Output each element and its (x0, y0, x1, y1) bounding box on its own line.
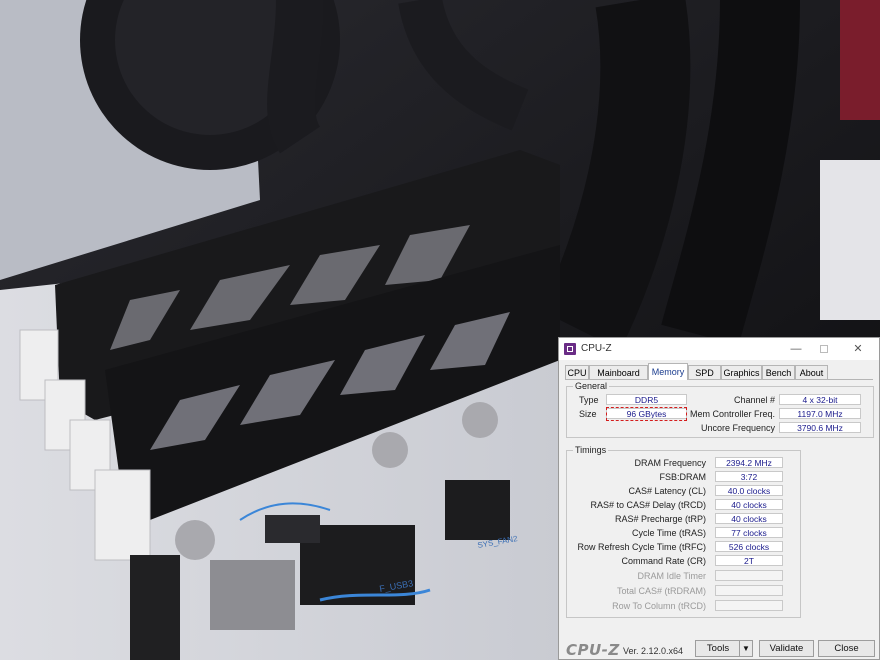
dram-frequency-value: 2394.2 MHz (715, 457, 783, 468)
close-button[interactable]: Close (818, 640, 875, 657)
trfc-value: 526 clocks (715, 541, 783, 552)
fsb-dram-value: 3:72 (715, 471, 783, 482)
tools-button[interactable]: Tools ▼ (695, 640, 753, 657)
trp-value: 40 clocks (715, 513, 783, 524)
general-group-label: General (573, 381, 610, 391)
command-rate-label: Command Rate (CR) (621, 556, 706, 566)
fsb-dram-label: FSB:DRAM (659, 472, 706, 482)
dram-frequency-label: DRAM Frequency (634, 458, 706, 468)
minimize-button[interactable]: — (787, 341, 805, 357)
validate-button[interactable]: Validate (759, 640, 814, 657)
cpuz-logo: CPU-Z (566, 641, 620, 659)
command-rate-value: 2T (715, 555, 783, 566)
dropdown-arrow-icon[interactable]: ▼ (739, 641, 752, 656)
trcd-value: 40 clocks (715, 499, 783, 510)
tras-value: 77 clocks (715, 527, 783, 538)
title-bar[interactable]: CPU-Z — ✕ (559, 338, 879, 360)
timings-group-label: Timings (573, 445, 609, 455)
tab-mainboard[interactable]: Mainboard (589, 365, 648, 379)
uncore-value: 3790.6 MHz (779, 422, 861, 433)
cas-latency-label: CAS# Latency (CL) (628, 486, 706, 496)
trfc-label: Row Refresh Cycle Time (tRFC) (577, 542, 706, 552)
trcd-label: RAS# to CAS# Delay (tRCD) (590, 500, 706, 510)
tab-spd[interactable]: SPD (688, 365, 721, 379)
size-label: Size (579, 409, 597, 419)
maximize-icon (820, 345, 828, 353)
mem-controller-label: Mem Controller Freq. (689, 409, 775, 419)
row-to-column-value (715, 600, 783, 611)
tab-cpu[interactable]: CPU (565, 365, 589, 379)
channel-value: 4 x 32-bit (779, 394, 861, 405)
tab-bench[interactable]: Bench (762, 365, 795, 379)
window-title: CPU-Z (581, 343, 612, 354)
tras-label: Cycle Time (tRAS) (631, 528, 706, 538)
tools-label: Tools (706, 643, 730, 654)
size-highlight-annotation (606, 407, 687, 421)
tab-bar: CPU Mainboard Memory SPD Graphics Bench … (565, 363, 873, 380)
channel-label: Channel # (733, 395, 775, 405)
version-text: Ver. 2.12.0.x64 (623, 646, 684, 656)
row-to-column-label: Row To Column (tRCD) (612, 601, 706, 611)
total-cas-value (715, 585, 783, 596)
tab-underline (565, 379, 873, 380)
tab-graphics[interactable]: Graphics (721, 365, 762, 379)
maximize-button[interactable] (815, 341, 833, 357)
mem-controller-value: 1197.0 MHz (779, 408, 861, 419)
tab-memory[interactable]: Memory (648, 363, 688, 380)
cas-latency-value: 40.0 clocks (715, 485, 783, 496)
dram-idle-timer-label: DRAM Idle Timer (637, 571, 706, 581)
total-cas-label: Total CAS# (tRDRAM) (616, 586, 706, 596)
type-value: DDR5 (606, 394, 687, 405)
type-label: Type (579, 395, 599, 405)
cpuz-window: CPU-Z — ✕ CPU Mainboard Memory SPD Graph… (558, 337, 880, 660)
close-window-button[interactable]: ✕ (849, 341, 867, 357)
tab-about[interactable]: About (795, 365, 828, 379)
trp-label: RAS# Precharge (tRP) (614, 514, 706, 524)
cpuz-app-icon (564, 343, 576, 355)
dram-idle-timer-value (715, 570, 783, 581)
uncore-label: Uncore Frequency (700, 423, 775, 433)
